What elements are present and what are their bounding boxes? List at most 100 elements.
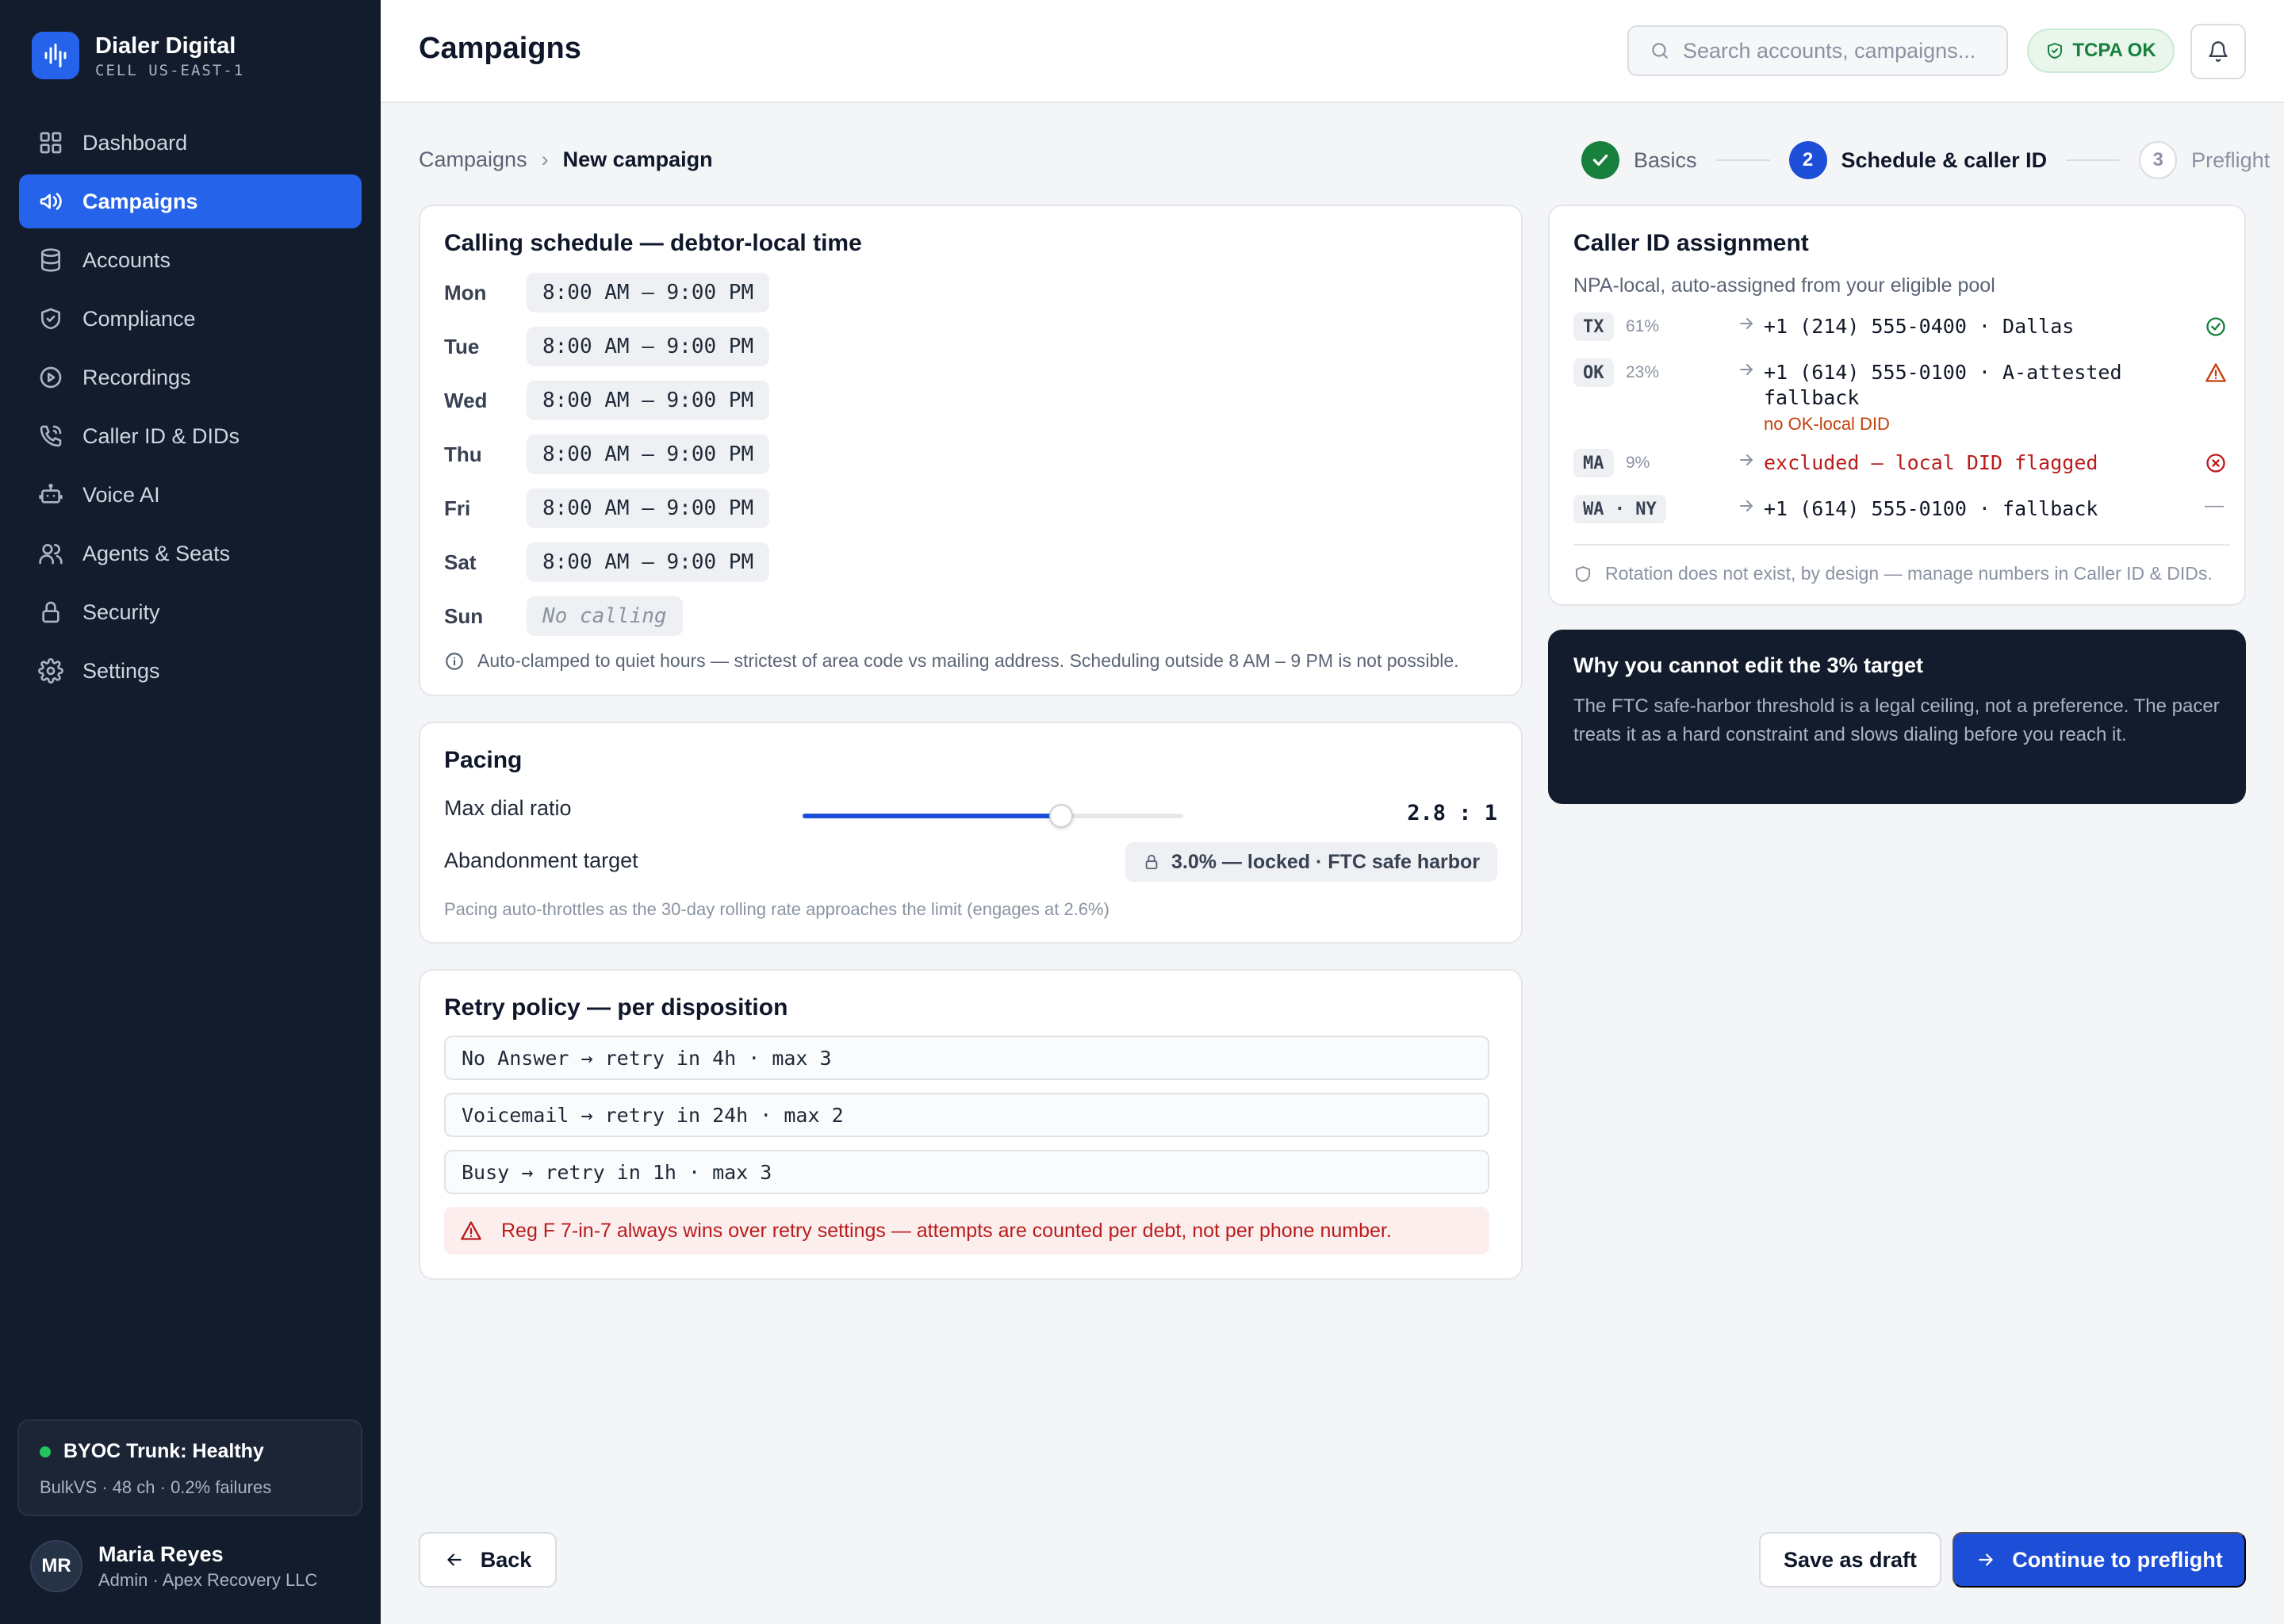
- reg-f-alert-text: Reg F 7-in-7 always wins over retry sett…: [501, 1219, 1392, 1242]
- sidebar-item-caller-id[interactable]: Caller ID & DIDs: [19, 409, 362, 463]
- slider-handle[interactable]: [1049, 804, 1074, 828]
- slider-fill: [803, 814, 1062, 818]
- tcpa-status-badge[interactable]: TCPA OK: [2027, 29, 2175, 73]
- continue-preflight-button[interactable]: Continue to preflight: [1953, 1532, 2246, 1588]
- sidebar-item-label: Compliance: [82, 306, 196, 331]
- day-label: Wed: [444, 388, 488, 412]
- caller-id-row-tx[interactable]: TX 61% +1 (214) 555-0400 · Dallas: [1573, 312, 2230, 344]
- caller-id-subtitle: NPA-local, auto-assigned from your eligi…: [1573, 274, 1995, 297]
- avatar: MR: [30, 1540, 82, 1592]
- brand-cell: CELL US-EAST-1: [95, 62, 245, 79]
- hours-chip[interactable]: No calling: [527, 596, 683, 636]
- sidebar-item-campaigns[interactable]: Campaigns: [19, 174, 362, 228]
- brand-name: Dialer Digital: [95, 33, 236, 59]
- state-chip: TX: [1573, 312, 1614, 341]
- step-connector: [1715, 159, 1770, 161]
- sidebar-item-voice-ai[interactable]: Voice AI: [19, 468, 362, 522]
- warning-triangle-icon: [461, 1221, 481, 1240]
- retry-policy-card: Retry policy — per disposition No Answer…: [419, 969, 1523, 1280]
- hours-chip[interactable]: 8:00 AM – 9:00 PM: [527, 542, 770, 582]
- hours-chip[interactable]: 8:00 AM – 9:00 PM: [527, 435, 770, 474]
- sidebar-nav: Dashboard Campaigns Accounts Compliance …: [19, 116, 362, 703]
- top-bar: Campaigns TCPA OK: [381, 0, 2284, 103]
- step-schedule-label: Schedule & caller ID: [1841, 147, 2048, 172]
- step-basics-label[interactable]: Basics: [1634, 148, 1697, 173]
- pacing-card: Pacing Max dial ratio 2.8 : 1 Abandonmen…: [419, 722, 1523, 944]
- sidebar-item-accounts[interactable]: Accounts: [19, 233, 362, 287]
- user-profile[interactable]: MR Maria Reyes Admin · Apex Recovery LLC: [30, 1540, 317, 1592]
- continue-label: Continue to preflight: [2012, 1547, 2223, 1572]
- state-chip: MA: [1573, 449, 1614, 477]
- schedule-row-mon: Mon 8:00 AM – 9:00 PM: [444, 273, 770, 312]
- sidebar-item-label: Campaigns: [82, 189, 198, 213]
- search-box[interactable]: [1627, 25, 2008, 76]
- schedule-row-sat: Sat 8:00 AM – 9:00 PM: [444, 542, 770, 582]
- target-explainer-card: Why you cannot edit the 3% target The FT…: [1548, 630, 2246, 804]
- explainer-body: The FTC safe-harbor threshold is a legal…: [1573, 695, 2220, 745]
- breadcrumb: Campaigns › New campaign: [419, 147, 713, 172]
- schedule-title: Calling schedule — debtor-local time: [444, 230, 862, 256]
- database-icon: [41, 248, 60, 272]
- schedule-row-wed: Wed 8:00 AM – 9:00 PM: [444, 381, 770, 420]
- check-circle-icon: [2206, 317, 2225, 336]
- wizard-stepper: Basics 2 Schedule & caller ID 3 Prefligh…: [1581, 140, 2270, 181]
- users-icon: [39, 544, 63, 565]
- notifications-button[interactable]: [2190, 24, 2246, 79]
- caller-id-row-ok[interactable]: OK 23% +1 (614) 555-0100 · A-attested fa…: [1573, 358, 2230, 438]
- schedule-row-tue: Tue 8:00 AM – 9:00 PM: [444, 327, 770, 366]
- search-input[interactable]: [1683, 38, 1984, 63]
- day-label: Sun: [444, 603, 484, 628]
- back-button[interactable]: Back: [419, 1532, 557, 1588]
- user-name: Maria Reyes: [98, 1542, 224, 1566]
- hours-chip[interactable]: 8:00 AM – 9:00 PM: [527, 381, 770, 420]
- save-draft-button[interactable]: Save as draft: [1759, 1532, 1941, 1588]
- sidebar-item-agents[interactable]: Agents & Seats: [19, 527, 362, 580]
- pacing-title: Pacing: [444, 747, 523, 773]
- schedule-row-sun: Sun No calling: [444, 596, 683, 636]
- caller-id-row-ma[interactable]: MA 9% excluded — local DID flagged: [1573, 449, 2230, 481]
- hours-chip[interactable]: 8:00 AM – 9:00 PM: [527, 327, 770, 366]
- bell-icon: [2209, 41, 2228, 62]
- sidebar-item-compliance[interactable]: Compliance: [19, 292, 362, 346]
- breadcrumb-campaigns-link[interactable]: Campaigns: [419, 147, 527, 172]
- day-label: Mon: [444, 280, 487, 304]
- dial-ratio-value: 2.8 : 1: [1407, 801, 1497, 825]
- sidebar: Dialer Digital CELL US-EAST-1 Dashboard …: [0, 0, 381, 1624]
- sidebar-item-label: Dashboard: [82, 130, 188, 155]
- brand[interactable]: Dialer Digital CELL US-EAST-1: [32, 32, 244, 79]
- quiet-hours-note: Auto-clamped to quiet hours — strictest …: [444, 650, 1459, 672]
- sidebar-item-recordings[interactable]: Recordings: [19, 350, 362, 404]
- pacing-note: Pacing auto-throttles as the 30-day roll…: [444, 899, 1109, 919]
- back-label: Back: [480, 1547, 532, 1572]
- explainer-title: Why you cannot edit the 3% target: [1573, 653, 1924, 677]
- rotation-note: Rotation does not exist, by design — man…: [1573, 563, 2213, 584]
- caller-id-row-wa-ny[interactable]: WA · NY +1 (614) 555-0100 · fallback —: [1573, 495, 2230, 527]
- arrow-left-icon: [447, 1553, 462, 1566]
- state-percent: 23%: [1626, 363, 1660, 381]
- dial-ratio-slider[interactable]: [803, 804, 1183, 828]
- abandonment-target-value: 3.0% — locked · FTC safe harbor: [1171, 850, 1480, 873]
- sidebar-item-label: Security: [82, 599, 160, 624]
- sidebar-item-label: Accounts: [82, 247, 171, 272]
- hours-chip[interactable]: 8:00 AM – 9:00 PM: [527, 273, 770, 312]
- step-basics-check-icon[interactable]: [1581, 141, 1619, 179]
- robot-icon: [39, 484, 63, 504]
- sidebar-item-security[interactable]: Security: [19, 585, 362, 639]
- state-percent: 9%: [1626, 454, 1650, 472]
- gear-icon: [38, 658, 63, 684]
- arrow-right-icon: [1740, 500, 1753, 511]
- sidebar-item-settings[interactable]: Settings: [19, 644, 362, 698]
- megaphone-icon: [40, 193, 62, 210]
- retry-rule-voicemail[interactable]: Voicemail → retry in 24h · max 2: [444, 1093, 1489, 1137]
- sidebar-item-label: Agents & Seats: [82, 541, 231, 565]
- sidebar-item-dashboard[interactable]: Dashboard: [19, 116, 362, 170]
- info-icon: [446, 652, 463, 670]
- calling-schedule-card: Calling schedule — debtor-local time Mon…: [419, 205, 1523, 696]
- trunk-status-card[interactable]: BYOC Trunk: Healthy BulkVS · 48 ch · 0.2…: [17, 1419, 362, 1516]
- play-circle-icon: [40, 366, 62, 389]
- retry-rule-busy[interactable]: Busy → retry in 1h · max 3: [444, 1150, 1489, 1194]
- retry-rule-no-answer[interactable]: No Answer → retry in 4h · max 3: [444, 1036, 1489, 1080]
- assigned-number: +1 (214) 555-0400 · Dallas: [1764, 315, 2075, 338]
- hours-chip[interactable]: 8:00 AM – 9:00 PM: [527, 488, 770, 528]
- rotation-note-text: Rotation does not exist, by design — man…: [1605, 563, 2213, 584]
